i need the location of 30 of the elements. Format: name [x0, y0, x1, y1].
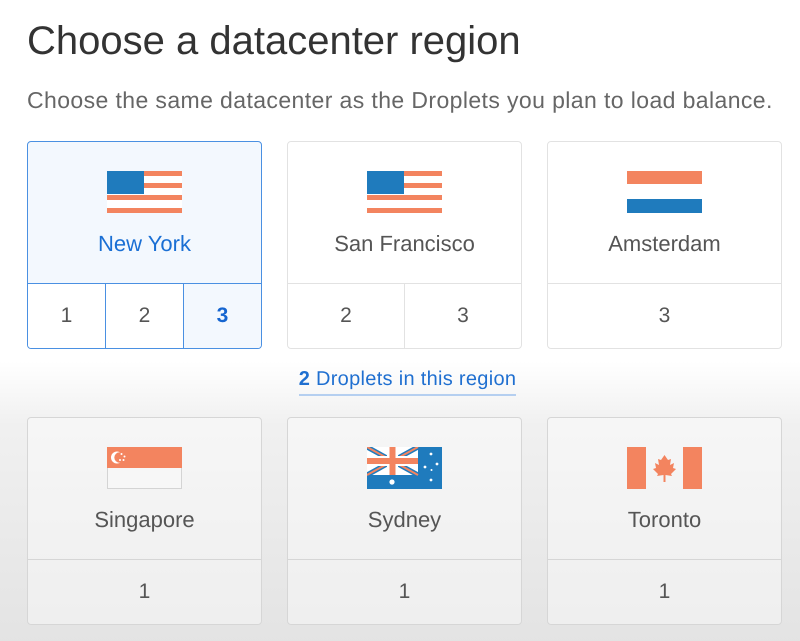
region-card[interactable]: San Francisco 2 3	[287, 141, 522, 349]
region-card[interactable]: Amsterdam 3	[547, 141, 782, 349]
datacenter-option[interactable]: 3	[183, 284, 261, 348]
region-name: Amsterdam	[608, 231, 721, 257]
region-name: San Francisco	[334, 231, 475, 257]
maple-leaf-flag-icon	[627, 447, 702, 489]
union-jack-flag-icon	[367, 447, 442, 489]
striped-flag-icon	[367, 171, 442, 213]
datacenter-option[interactable]: 1	[28, 284, 105, 348]
region-card[interactable]: Toronto 1	[547, 417, 782, 625]
datacenter-option[interactable]: 2	[288, 284, 404, 348]
crescent-flag-icon	[107, 447, 182, 489]
region-card[interactable]: Singapore 1	[27, 417, 262, 625]
droplets-link[interactable]: 2 Droplets in this region	[298, 366, 516, 396]
region-name: Toronto	[628, 507, 702, 533]
striped-flag-icon	[107, 171, 182, 213]
datacenter-option[interactable]: 1	[548, 560, 781, 624]
page-title: Choose a datacenter region	[27, 18, 521, 64]
datacenter-option[interactable]: 1	[28, 560, 261, 624]
datacenter-option[interactable]: 3	[404, 284, 521, 348]
region-card[interactable]: Sydney 1	[287, 417, 522, 625]
region-name: Singapore	[94, 507, 195, 533]
datacenter-option[interactable]: 1	[288, 560, 521, 624]
datacenter-option[interactable]: 2	[105, 284, 183, 348]
page-description: Choose the same datacenter as the Droplets you plan to load balance.	[27, 86, 773, 115]
region-name: New York	[98, 231, 191, 257]
region-card[interactable]: New York 1 2 3	[27, 141, 262, 349]
datacenter-option[interactable]: 3	[548, 284, 781, 348]
tricolor-flag-icon	[627, 171, 702, 213]
region-name: Sydney	[368, 507, 442, 533]
